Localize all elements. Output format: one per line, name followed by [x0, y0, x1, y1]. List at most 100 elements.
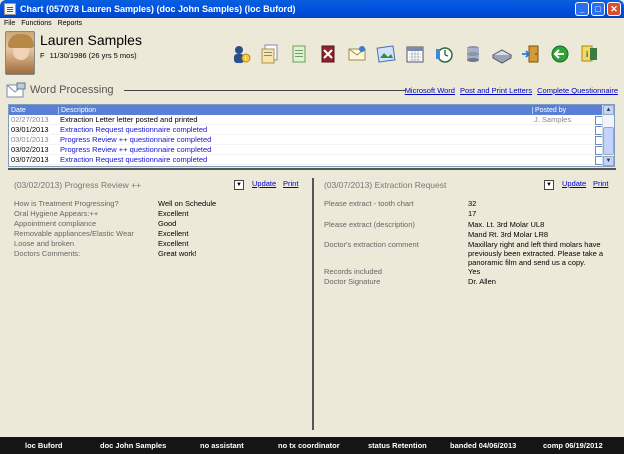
- status-doctor: doc John Samples: [100, 441, 167, 450]
- close-button[interactable]: ✕: [607, 2, 621, 16]
- timer-icon[interactable]: [431, 41, 456, 66]
- status-tx-coordinator: no tx coordinator: [278, 441, 340, 450]
- document-icon[interactable]: [594, 115, 603, 125]
- svg-text:i: i: [586, 50, 588, 59]
- document-icon[interactable]: [594, 145, 603, 155]
- patient-name: Lauren Samples: [40, 32, 142, 48]
- document-icon[interactable]: [594, 155, 603, 165]
- row-date: 03/07/2013: [11, 155, 49, 164]
- row-date: 03/02/2013: [11, 145, 49, 154]
- title-bar: Chart (057078 Lauren Samples) (doc John …: [0, 0, 624, 18]
- menu-functions[interactable]: Functions: [21, 20, 51, 27]
- status-bar: loc Buford doc John Samples no assistant…: [0, 437, 624, 454]
- documents-icon[interactable]: [257, 41, 282, 66]
- complete-questionnaire-link[interactable]: Complete Questionnaire: [537, 86, 618, 95]
- scroll-up-icon[interactable]: ▲: [603, 105, 614, 115]
- minimize-button[interactable]: _: [575, 2, 589, 16]
- col-date[interactable]: Date: [9, 107, 58, 114]
- post-print-letters-link[interactable]: Post and Print Letters: [460, 86, 532, 95]
- scroll-thumb[interactable]: [603, 127, 614, 155]
- menu-bar: File Functions Reports: [0, 18, 624, 29]
- field-label: Doctor Signature: [324, 277, 381, 286]
- field-label: Doctors Comments:: [14, 249, 81, 258]
- field-value: Excellent: [158, 229, 189, 238]
- document-icon[interactable]: [594, 135, 603, 145]
- letter-icon[interactable]: [344, 41, 369, 66]
- field-label: Doctor's extraction comment: [324, 240, 419, 249]
- dropdown-icon[interactable]: ▼: [544, 180, 554, 190]
- row-date: 02/27/2013: [11, 115, 49, 124]
- field-value: Great work!: [158, 249, 197, 258]
- calendar-icon[interactable]: [402, 41, 427, 66]
- back-arrow-icon[interactable]: [547, 41, 572, 66]
- scanner-icon[interactable]: [489, 41, 514, 66]
- status-status: status Retention: [368, 441, 427, 450]
- help-icon[interactable]: i: [576, 41, 601, 66]
- microsoft-word-link[interactable]: Microsoft Word: [405, 86, 455, 95]
- patient-photo: [5, 31, 35, 75]
- patient-header: Lauren Samples F 11/30/1986 (26 yrs 5 mos…: [0, 29, 624, 79]
- patient-info: F 11/30/1986 (26 yrs 5 mos): [40, 51, 137, 60]
- field-value: Good: [158, 219, 177, 228]
- table-row[interactable]: 03/07/2013 Extraction Request questionna…: [9, 155, 614, 165]
- field-value: Max. Lt. 3rd Molar UL8: [468, 220, 545, 229]
- section-title: Word Processing: [30, 84, 114, 96]
- field-value: Excellent: [158, 239, 189, 248]
- update-link[interactable]: Update: [562, 179, 586, 188]
- image-icon[interactable]: [373, 41, 398, 66]
- delete-icon[interactable]: [315, 41, 340, 66]
- table-row[interactable]: 02/27/2013 Extraction Letter letter post…: [9, 115, 614, 125]
- field-label: Please extract - tooth chart: [324, 199, 414, 208]
- database-icon[interactable]: [460, 41, 485, 66]
- col-posted-by[interactable]: Posted by: [532, 106, 592, 114]
- app-icon: [4, 3, 16, 15]
- field-value: Dr. Allen: [468, 277, 496, 286]
- progress-review-panel: (03/02/2013) Progress Review ++ ▼ Update…: [12, 176, 308, 426]
- panel-divider: [312, 178, 314, 430]
- toolbar: i i: [228, 41, 601, 66]
- envelope-icon: [6, 82, 26, 98]
- dropdown-icon[interactable]: ▼: [234, 180, 244, 190]
- door-exit-icon[interactable]: [518, 41, 543, 66]
- field-label: Please extract (description): [324, 220, 415, 229]
- table-row[interactable]: 03/01/2013 Progress Review ++ questionna…: [9, 135, 614, 145]
- section-divider: [8, 168, 616, 170]
- field-label: How is Treatment Progressing?: [14, 199, 119, 208]
- field-value: panoramic film and send us a copy.: [468, 258, 586, 267]
- row-description: Progress Review ++ questionnaire complet…: [60, 145, 212, 154]
- status-location: loc Buford: [25, 441, 63, 450]
- row-description: Progress Review ++ questionnaire complet…: [60, 135, 212, 144]
- row-description: Extraction Request questionnaire complet…: [60, 155, 208, 164]
- maximize-button[interactable]: □: [591, 2, 605, 16]
- row-description: Extraction Letter letter posted and prin…: [60, 115, 198, 124]
- scroll-down-icon[interactable]: ▼: [603, 156, 614, 166]
- update-link[interactable]: Update: [252, 179, 276, 188]
- svg-text:i: i: [244, 56, 245, 62]
- field-label: Loose and broken: [14, 239, 75, 248]
- table-row[interactable]: 03/01/2013 Extraction Request questionna…: [9, 125, 614, 135]
- status-completed: comp 06/19/2012: [543, 441, 603, 450]
- status-banded: banded 04/06/2013: [450, 441, 517, 450]
- extraction-request-panel: (03/07/2013) Extraction Request ▼ Update…: [322, 176, 618, 426]
- field-value: previously been extracted. Please take a: [468, 249, 604, 258]
- grid-scrollbar[interactable]: ▲ ▼: [602, 105, 614, 166]
- documents-grid: Date Description Posted by 02/27/2013 Ex…: [8, 104, 615, 167]
- field-value: Maxillary right and left third molars ha…: [468, 240, 601, 249]
- row-date: 03/01/2013: [11, 135, 49, 144]
- menu-reports[interactable]: Reports: [58, 20, 83, 27]
- menu-file[interactable]: File: [4, 20, 15, 27]
- notes-icon[interactable]: [286, 41, 311, 66]
- print-link[interactable]: Print: [593, 179, 608, 188]
- table-row[interactable]: 03/02/2013 Progress Review ++ questionna…: [9, 145, 614, 155]
- print-link[interactable]: Print: [283, 179, 298, 188]
- patient-sex: F: [40, 51, 45, 60]
- person-info-icon[interactable]: i: [228, 41, 253, 66]
- col-description[interactable]: Description: [58, 106, 532, 114]
- field-value: 17: [468, 209, 477, 218]
- field-label: Removable appliances/Elastic Wear: [14, 229, 134, 238]
- field-label: Appointment compliance: [14, 219, 97, 228]
- field-value: Excellent: [158, 209, 189, 218]
- field-value: 32: [468, 199, 477, 208]
- document-icon[interactable]: [594, 125, 603, 135]
- panel-title: (03/07/2013) Extraction Request: [324, 180, 447, 190]
